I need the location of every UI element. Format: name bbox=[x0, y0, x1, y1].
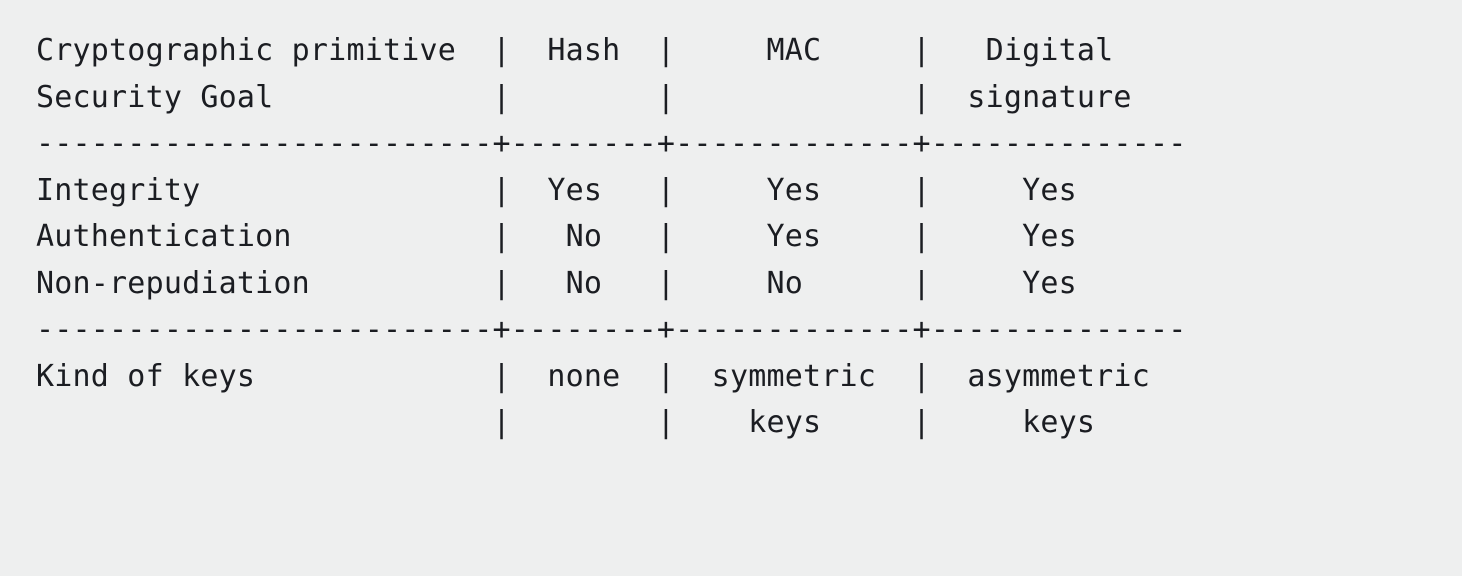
crypto-primitives-table: Cryptographic primitive | Hash | MAC | D… bbox=[36, 28, 1426, 447]
table-header-row-1: Cryptographic primitive | Hash | MAC | D… bbox=[36, 33, 1168, 68]
table-row: Non-repudiation | No | No | Yes bbox=[36, 266, 1168, 301]
table-footer-row-2: | | keys | keys bbox=[36, 405, 1168, 440]
table-divider-1: -------------------------+--------+-----… bbox=[36, 126, 1186, 161]
table-divider-2: -------------------------+--------+-----… bbox=[36, 312, 1186, 347]
table-footer-row-1: Kind of keys | none | symmetric | asymme… bbox=[36, 359, 1168, 394]
table-row: Integrity | Yes | Yes | Yes bbox=[36, 173, 1168, 208]
table-header-row-2: Security Goal | | | signature bbox=[36, 80, 1132, 115]
table-row: Authentication | No | Yes | Yes bbox=[36, 219, 1168, 254]
